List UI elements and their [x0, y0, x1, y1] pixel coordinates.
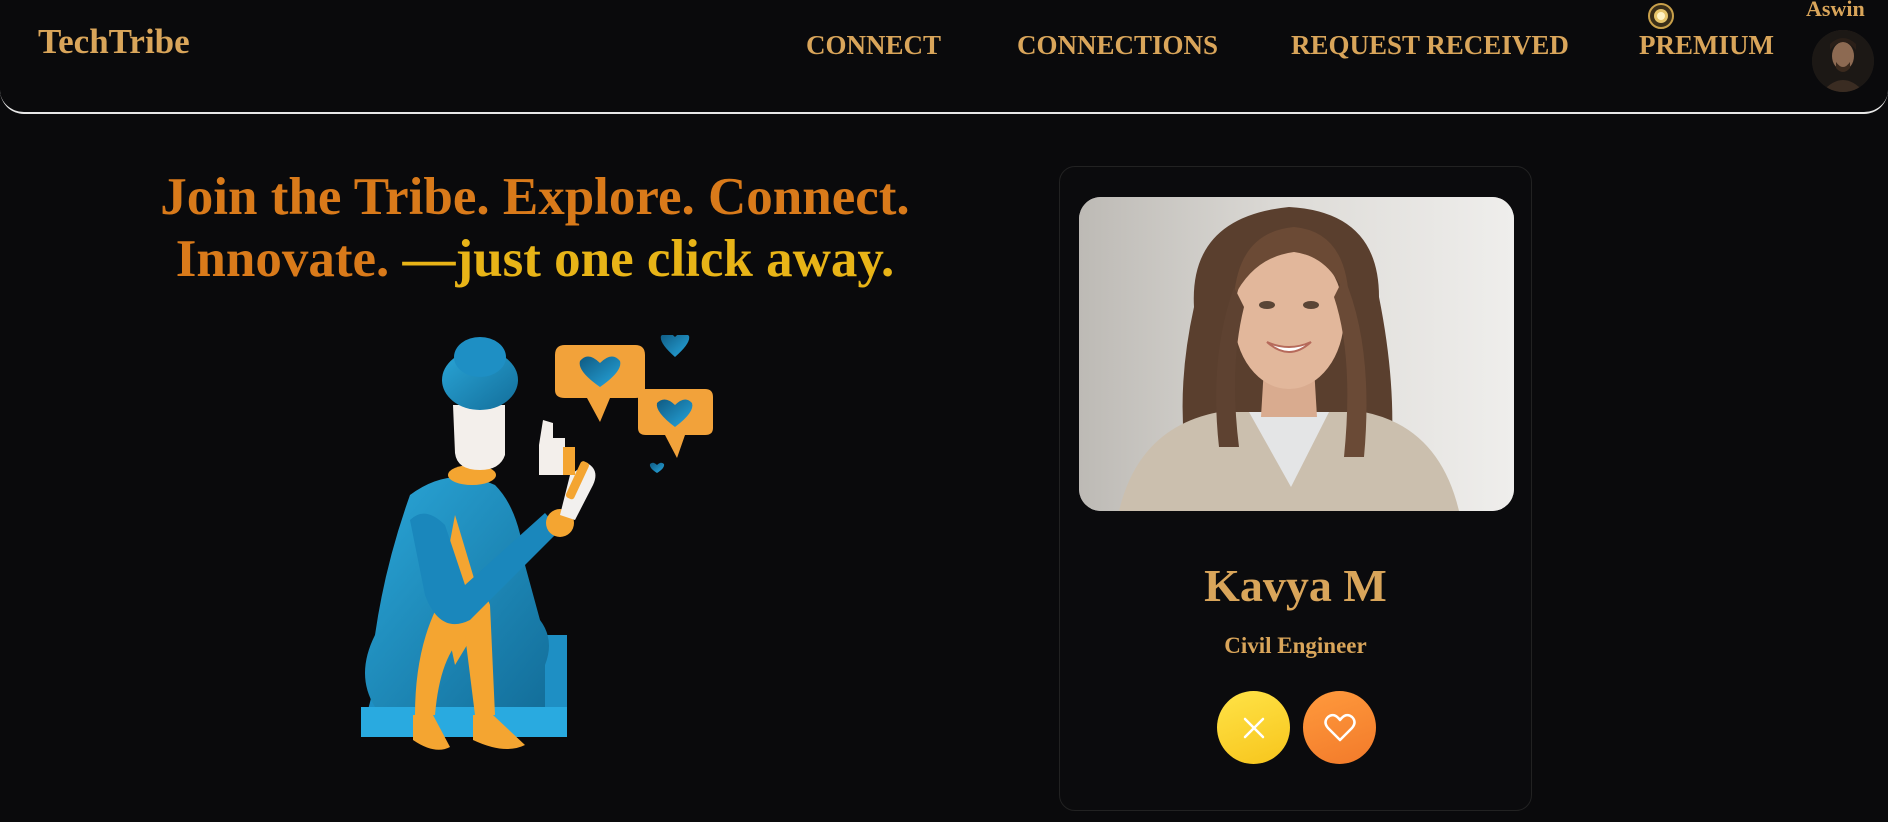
nav-request-received[interactable]: REQUEST RECEIVED	[1291, 30, 1569, 61]
reject-button[interactable]	[1217, 691, 1290, 764]
profile-photo	[1079, 197, 1514, 511]
profile-card: Kavya M Civil Engineer	[1059, 166, 1532, 811]
nav-connect[interactable]: CONNECT	[806, 30, 941, 61]
social-media-illustration	[361, 335, 713, 750]
heart-icon	[1323, 713, 1356, 741]
hero-line-2a: Innovate.	[175, 230, 403, 288]
navbar: TechTribe CONNECT CONNECTIONS REQUEST RE…	[0, 0, 1888, 114]
profile-photo-image	[1079, 197, 1514, 511]
nav-premium[interactable]: PREMIUM	[1639, 30, 1774, 61]
brand-logo[interactable]: TechTribe	[38, 22, 190, 62]
user-name: Aswin	[1806, 0, 1865, 21]
nav-connections[interactable]: CONNECTIONS	[1017, 30, 1218, 61]
close-icon	[1243, 717, 1264, 738]
like-button[interactable]	[1303, 691, 1376, 764]
premium-badge-icon	[1648, 3, 1674, 29]
hero-line-2b: —just one click away.	[402, 230, 895, 288]
avatar-image	[1812, 30, 1874, 92]
profile-name: Kavya M	[1204, 560, 1387, 611]
hero-tagline: Join the Tribe. Explore. Connect. Innova…	[100, 166, 970, 290]
hero-line-1: Join the Tribe. Explore. Connect.	[160, 168, 910, 226]
user-avatar[interactable]	[1812, 30, 1874, 92]
profile-role: Civil Engineer	[1224, 633, 1367, 658]
